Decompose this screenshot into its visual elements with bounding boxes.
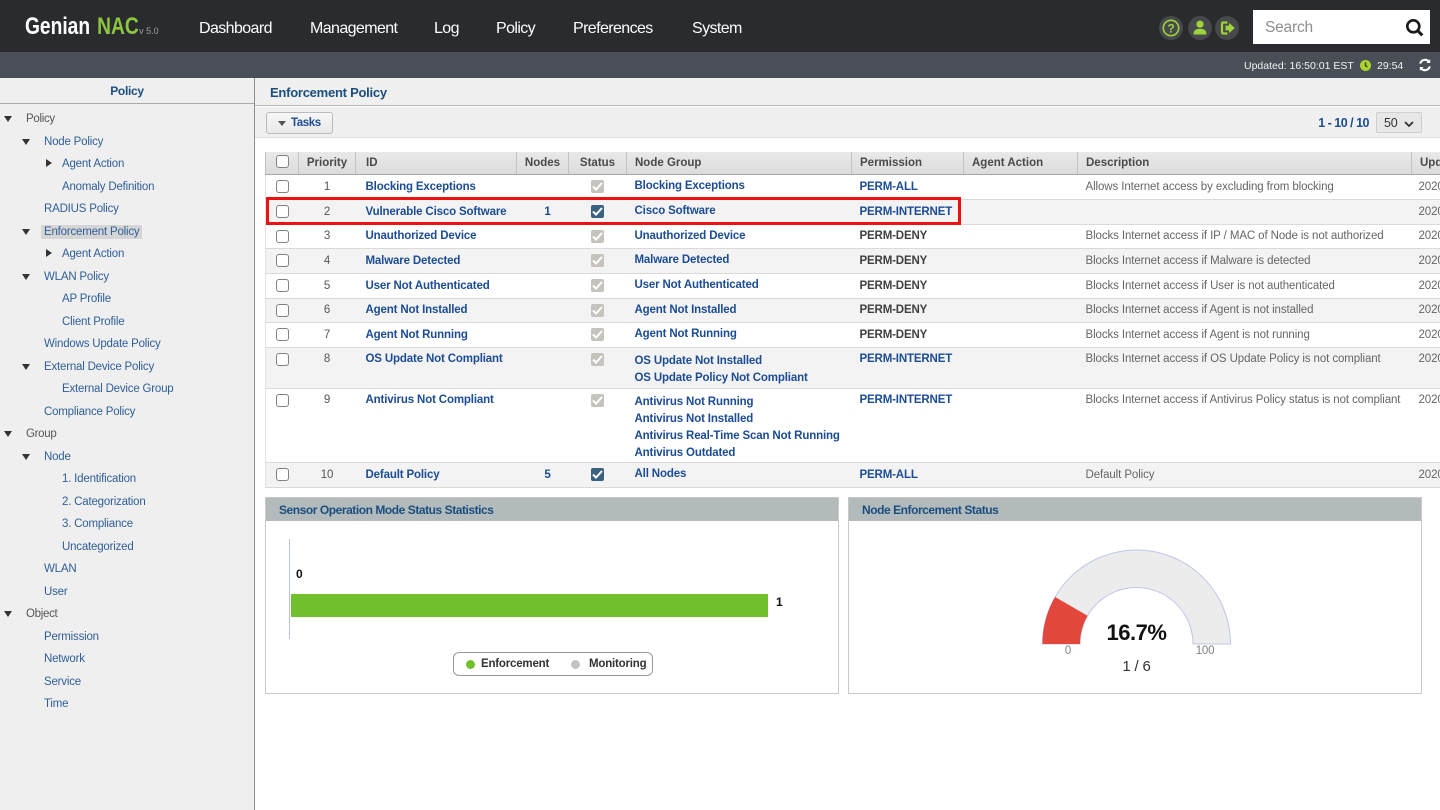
svg-text:?: ? xyxy=(1167,22,1174,36)
